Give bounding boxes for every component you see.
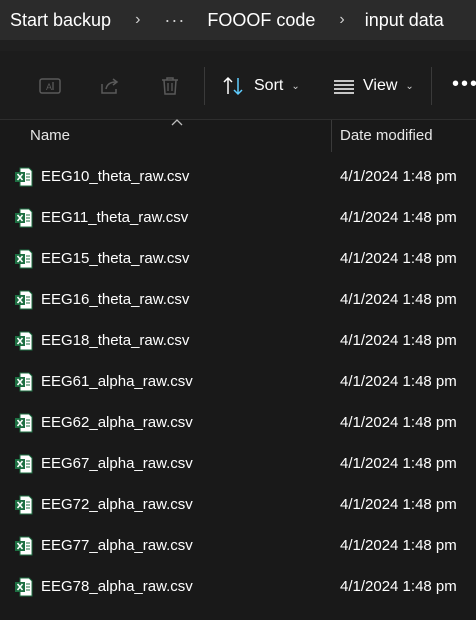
excel-csv-icon bbox=[15, 454, 33, 474]
toolbar-separator bbox=[431, 67, 432, 105]
share-icon[interactable] bbox=[98, 74, 122, 98]
file-row[interactable]: EEG72_alpha_raw.csv 4/1/2024 1:48 pm bbox=[0, 484, 476, 525]
excel-csv-icon bbox=[15, 372, 33, 392]
excel-csv-icon bbox=[15, 413, 33, 433]
toolbar-separator bbox=[204, 67, 205, 105]
sort-ascending-icon bbox=[171, 119, 183, 126]
file-list: EEG10_theta_raw.csv 4/1/2024 1:48 pm EEG11… bbox=[0, 156, 476, 607]
excel-csv-icon bbox=[15, 249, 33, 269]
file-name: EEG15_theta_raw.csv bbox=[41, 250, 190, 267]
address-bar-gap bbox=[0, 40, 476, 51]
file-name: EEG18_theta_raw.csv bbox=[41, 332, 190, 349]
rename-icon[interactable]: A bbox=[38, 74, 62, 98]
excel-csv-icon bbox=[15, 167, 33, 187]
column-header-date-modified[interactable]: Date modified bbox=[340, 127, 433, 144]
more-options-button[interactable]: ••• bbox=[452, 73, 476, 96]
file-name: EEG10_theta_raw.csv bbox=[41, 168, 190, 185]
file-name: EEG77_alpha_raw.csv bbox=[41, 537, 193, 554]
file-date-modified: 4/1/2024 1:48 pm bbox=[340, 209, 457, 226]
chevron-right-icon: › bbox=[339, 11, 345, 28]
file-row[interactable]: EEG62_alpha_raw.csv 4/1/2024 1:48 pm bbox=[0, 402, 476, 443]
excel-csv-icon bbox=[15, 577, 33, 597]
file-row[interactable]: EEG67_alpha_raw.csv 4/1/2024 1:48 pm bbox=[0, 443, 476, 484]
file-date-modified: 4/1/2024 1:48 pm bbox=[340, 496, 457, 513]
svg-text:A: A bbox=[46, 82, 52, 92]
breadcrumb-overflow-button[interactable]: ··· bbox=[160, 10, 185, 31]
file-name: EEG78_alpha_raw.csv bbox=[41, 578, 193, 595]
breadcrumb-item-start-backup[interactable]: Start backup bbox=[0, 10, 111, 31]
file-date-modified: 4/1/2024 1:48 pm bbox=[340, 455, 457, 472]
breadcrumb: Start backup › ··· FOOOF code › input da… bbox=[0, 0, 476, 40]
file-date-modified: 4/1/2024 1:48 pm bbox=[340, 537, 457, 554]
view-label: View bbox=[363, 77, 398, 94]
sort-label: Sort bbox=[254, 77, 284, 94]
breadcrumb-item-fooof-code[interactable]: FOOOF code bbox=[185, 10, 315, 31]
chevron-down-icon: ⌄ bbox=[291, 80, 300, 92]
file-row[interactable]: EEG11_theta_raw.csv 4/1/2024 1:48 pm bbox=[0, 197, 476, 238]
file-date-modified: 4/1/2024 1:48 pm bbox=[340, 332, 457, 349]
excel-csv-icon bbox=[15, 290, 33, 310]
column-header-name[interactable]: Name bbox=[30, 127, 70, 144]
file-date-modified: 4/1/2024 1:48 pm bbox=[340, 414, 457, 431]
excel-csv-icon bbox=[15, 495, 33, 515]
file-row[interactable]: EEG16_theta_raw.csv 4/1/2024 1:48 pm bbox=[0, 279, 476, 320]
file-row[interactable]: EEG10_theta_raw.csv 4/1/2024 1:48 pm bbox=[0, 156, 476, 197]
file-name: EEG61_alpha_raw.csv bbox=[41, 373, 193, 390]
delete-icon[interactable] bbox=[158, 74, 182, 98]
file-date-modified: 4/1/2024 1:48 pm bbox=[340, 373, 457, 390]
file-row[interactable]: EEG15_theta_raw.csv 4/1/2024 1:48 pm bbox=[0, 238, 476, 279]
chevron-right-icon: › bbox=[135, 11, 141, 28]
command-bar: A Sort ⌄ View ⌄ •• bbox=[0, 51, 476, 120]
sort-button[interactable]: Sort ⌄ bbox=[222, 73, 300, 99]
file-date-modified: 4/1/2024 1:48 pm bbox=[340, 291, 457, 308]
file-name: EEG72_alpha_raw.csv bbox=[41, 496, 193, 513]
file-name: EEG11_theta_raw.csv bbox=[41, 209, 189, 226]
file-name: EEG16_theta_raw.csv bbox=[41, 291, 190, 308]
file-row[interactable]: EEG77_alpha_raw.csv 4/1/2024 1:48 pm bbox=[0, 525, 476, 566]
file-date-modified: 4/1/2024 1:48 pm bbox=[340, 578, 457, 595]
view-icon bbox=[333, 75, 355, 97]
file-row[interactable]: EEG61_alpha_raw.csv 4/1/2024 1:48 pm bbox=[0, 361, 476, 402]
excel-csv-icon bbox=[15, 331, 33, 351]
file-name: EEG67_alpha_raw.csv bbox=[41, 455, 193, 472]
view-button[interactable]: View ⌄ bbox=[333, 73, 414, 99]
excel-csv-icon bbox=[15, 536, 33, 556]
column-header: Name Date modified bbox=[0, 119, 476, 152]
file-row[interactable]: EEG18_theta_raw.csv 4/1/2024 1:48 pm bbox=[0, 320, 476, 361]
file-date-modified: 4/1/2024 1:48 pm bbox=[340, 250, 457, 267]
breadcrumb-item-input-data[interactable]: input data bbox=[365, 10, 444, 31]
file-row[interactable]: EEG78_alpha_raw.csv 4/1/2024 1:48 pm bbox=[0, 566, 476, 607]
excel-csv-icon bbox=[15, 208, 33, 228]
file-name: EEG62_alpha_raw.csv bbox=[41, 414, 193, 431]
sort-icon bbox=[222, 75, 244, 97]
file-date-modified: 4/1/2024 1:48 pm bbox=[340, 168, 457, 185]
column-resize-handle[interactable] bbox=[331, 120, 332, 152]
chevron-down-icon: ⌄ bbox=[405, 80, 414, 92]
